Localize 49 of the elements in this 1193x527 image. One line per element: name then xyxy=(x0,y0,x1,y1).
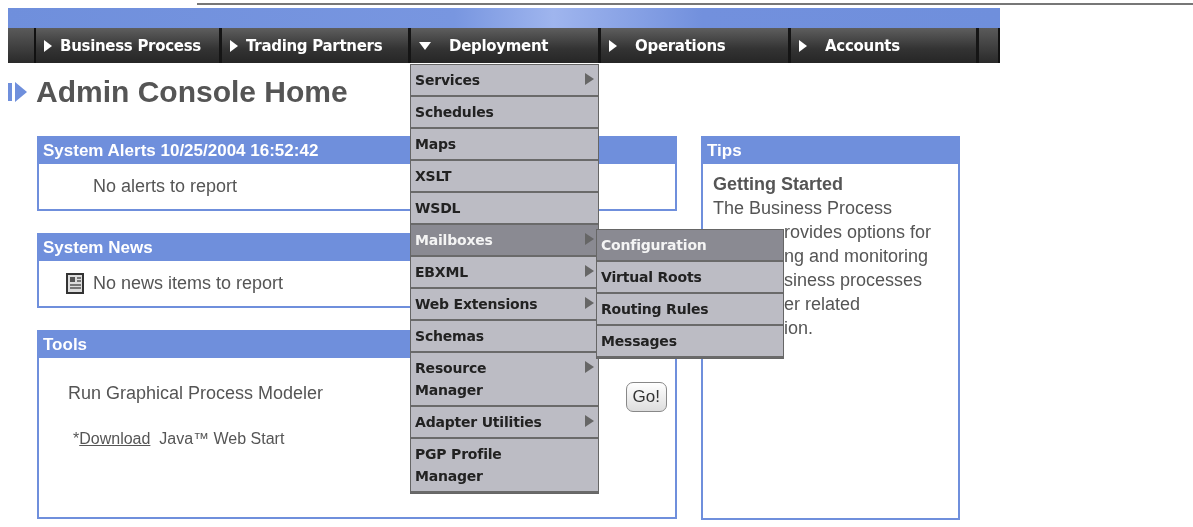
newspaper-icon xyxy=(66,273,85,294)
caret-down-icon xyxy=(419,41,431,50)
submenu-arrow-icon xyxy=(585,233,594,245)
menu-item[interactable]: Services xyxy=(411,65,598,97)
menu-item[interactable]: Schedules xyxy=(411,97,598,129)
nav-tab[interactable]: Accounts xyxy=(791,28,979,63)
nav-tab[interactable]: Business Process xyxy=(36,28,222,63)
submenu-item[interactable]: Messages xyxy=(597,326,783,358)
caret-right-icon xyxy=(799,39,807,52)
submenu-arrow-icon xyxy=(585,361,594,373)
submenu-item[interactable]: Virtual Roots xyxy=(597,262,783,294)
submenu-item[interactable]: Routing Rules xyxy=(597,294,783,326)
news-message: No news items to report xyxy=(93,273,284,294)
nav-bar-segment xyxy=(8,28,36,63)
tips-text: ion. xyxy=(783,317,815,340)
download-link[interactable]: Download xyxy=(79,430,151,447)
caret-right-icon xyxy=(44,39,52,52)
menu-item[interactable]: XSLT xyxy=(411,161,598,193)
submenu-arrow-icon xyxy=(585,415,594,427)
download-note: *Download Java™ Web Start xyxy=(73,430,285,447)
tips-text: ng and monitoring xyxy=(783,245,930,268)
nav-tab[interactable]: Operations xyxy=(601,28,791,63)
page-title: Admin Console Home xyxy=(36,75,348,109)
tips-text: er related xyxy=(783,293,862,316)
alerts-message: No alerts to report xyxy=(93,176,238,197)
menu-item[interactable]: WSDL xyxy=(411,193,598,225)
menu-item[interactable]: Schemas xyxy=(411,321,598,353)
nav-tab[interactable]: Trading Partners xyxy=(222,28,411,63)
tool-name: Run Graphical Process Modeler xyxy=(68,382,324,404)
submenu-arrow-icon xyxy=(585,73,594,85)
submenu-arrow-icon xyxy=(585,265,594,277)
nav-tab[interactable]: Deployment xyxy=(411,28,601,63)
caret-right-icon xyxy=(609,39,617,52)
arrow-icon xyxy=(8,81,28,103)
tips-heading: Getting Started xyxy=(713,173,844,196)
caret-right-icon xyxy=(230,39,238,52)
tips-text: The Business Process xyxy=(713,197,894,220)
go-button[interactable]: Go! xyxy=(625,382,667,412)
menu-item[interactable]: PGP Profile Manager xyxy=(411,439,598,493)
menu-item[interactable]: EBXML xyxy=(411,257,598,289)
menu-item[interactable]: Adapter Utilities xyxy=(411,407,598,439)
tips-text: rovides options for xyxy=(783,221,933,244)
submenu-arrow-icon xyxy=(585,297,594,309)
nav-bar-segment xyxy=(979,28,1000,63)
tips-text: siness processes xyxy=(783,269,924,292)
panel-title: Tips xyxy=(703,138,958,164)
menu-item[interactable]: Maps xyxy=(411,129,598,161)
menu-item[interactable]: Resource Manager xyxy=(411,353,598,407)
menu-item[interactable]: Web Extensions xyxy=(411,289,598,321)
